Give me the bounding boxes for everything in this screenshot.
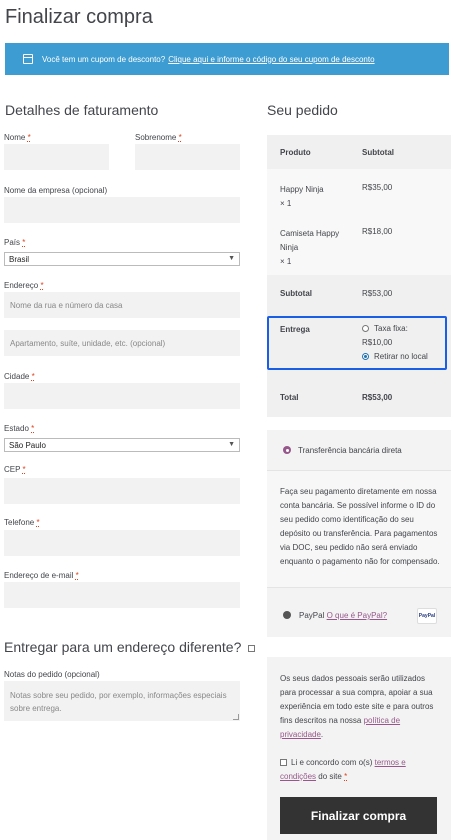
order-item-row: Camiseta Happy Ninja × 1 R$18,00	[267, 215, 451, 275]
state-value: São Paulo	[9, 440, 46, 450]
subtotal-value: R$53,00	[362, 289, 393, 298]
total-row: Total R$53,00	[267, 379, 451, 417]
item-name: Camiseta Happy Ninja × 1	[280, 229, 340, 266]
bacs-description-box: Faça seu pagamento diretamente em nossa …	[267, 470, 451, 588]
terms-checkbox[interactable]	[280, 759, 287, 767]
company-field[interactable]	[4, 197, 240, 223]
postcode-label: CEP *	[4, 465, 26, 474]
paypal-logo-icon: PayPal	[417, 608, 437, 624]
first-name-field[interactable]	[4, 144, 109, 170]
order-table: Produto Subtotal Happy Ninja × 1 R$35,00 …	[267, 135, 451, 417]
city-field[interactable]	[4, 383, 240, 409]
ship-different-checkbox[interactable]	[248, 644, 256, 652]
place-order-button[interactable]: Finalizar compra	[280, 797, 437, 834]
coupon-notice-text: Você tem um cupom de desconto?	[42, 54, 166, 64]
order-item-row: Happy Ninja × 1 R$35,00	[267, 169, 451, 215]
billing-heading: Detalhes de faturamento	[5, 102, 159, 118]
phone-field[interactable]	[4, 530, 240, 556]
paypal-radio[interactable]	[283, 611, 291, 619]
bacs-label: Transferência bancária direta	[298, 446, 402, 455]
page-title: Finalizar compra	[5, 6, 153, 28]
last-name-field[interactable]	[135, 144, 240, 170]
ship-different-label: Entregar para um endereço diferente?	[4, 639, 242, 655]
state-label: Estado *	[4, 424, 35, 433]
postcode-field[interactable]	[4, 478, 240, 504]
shipping-highlight-box	[267, 316, 447, 370]
city-label: Cidade *	[4, 372, 35, 381]
privacy-text: Os seus dados pessoais serão utilizados …	[280, 674, 434, 739]
address2-placeholder: Apartamento, suíte, unidade, etc. (opcio…	[10, 338, 166, 348]
bacs-radio[interactable]	[283, 446, 291, 454]
last-name-label: Sobrenome *	[135, 133, 182, 142]
paypal-info-link[interactable]: O que é PayPal?	[327, 611, 387, 620]
order-notes-field[interactable]: Notas sobre seu pedido, por exemplo, inf…	[4, 681, 240, 721]
address1-field[interactable]: Nome da rua e número da casa	[4, 292, 240, 318]
payment-paypal[interactable]: PayPal O que é PayPal? PayPal	[267, 590, 451, 637]
country-select[interactable]: Brasil ▼	[4, 252, 240, 266]
item-price: R$35,00	[362, 183, 393, 192]
item-price: R$18,00	[362, 227, 393, 236]
bacs-description: Faça seu pagamento diretamente em nossa …	[280, 487, 440, 566]
total-value: R$53,00	[362, 393, 393, 402]
address2-field[interactable]: Apartamento, suíte, unidade, etc. (opcio…	[4, 330, 240, 356]
payment-methods: Transferência bancária direta Faça seu p…	[267, 430, 451, 637]
order-header-row: Produto Subtotal	[267, 135, 451, 169]
address1-placeholder: Nome da rua e número da casa	[10, 300, 123, 310]
email-field[interactable]	[4, 582, 240, 608]
order-heading: Seu pedido	[267, 102, 338, 118]
country-value: Brasil	[9, 254, 30, 264]
payment-bacs[interactable]: Transferência bancária direta	[267, 430, 451, 470]
coupon-link[interactable]: Clique aqui e informe o código do seu cu…	[168, 55, 374, 64]
col-product: Produto	[280, 148, 311, 157]
phone-label: Telefone *	[4, 518, 40, 527]
calendar-icon	[23, 54, 33, 64]
item-name: Happy Ninja × 1	[280, 185, 324, 208]
paypal-label-wrap: PayPal O que é PayPal?	[299, 611, 387, 620]
email-label: Endereço de e-mail *	[4, 571, 79, 580]
notes-placeholder: Notas sobre seu pedido, por exemplo, inf…	[10, 691, 227, 713]
notes-label: Notas do pedido (opcional)	[4, 670, 100, 679]
address-label: Endereço *	[4, 281, 44, 290]
chevron-down-icon: ▼	[228, 441, 235, 448]
subtotal-label: Subtotal	[280, 289, 312, 298]
col-subtotal: Subtotal	[362, 148, 394, 157]
paypal-label: PayPal	[299, 611, 325, 620]
chevron-down-icon: ▼	[228, 255, 235, 262]
company-label: Nome da empresa (opcional)	[4, 186, 108, 195]
terms-row: Li e concordo com o(s) termos e condiçõe…	[280, 758, 406, 781]
ship-different-heading: Entregar para um endereço diferente?	[4, 639, 259, 655]
total-label: Total	[280, 393, 299, 402]
coupon-notice: Você tem um cupom de desconto? Clique aq…	[5, 43, 449, 75]
country-label: País *	[4, 238, 26, 247]
resize-handle-icon[interactable]	[233, 714, 239, 720]
subtotal-row: Subtotal R$53,00	[267, 275, 451, 311]
first-name-label: Nome *	[4, 133, 31, 142]
state-select[interactable]: São Paulo ▼	[4, 438, 240, 452]
